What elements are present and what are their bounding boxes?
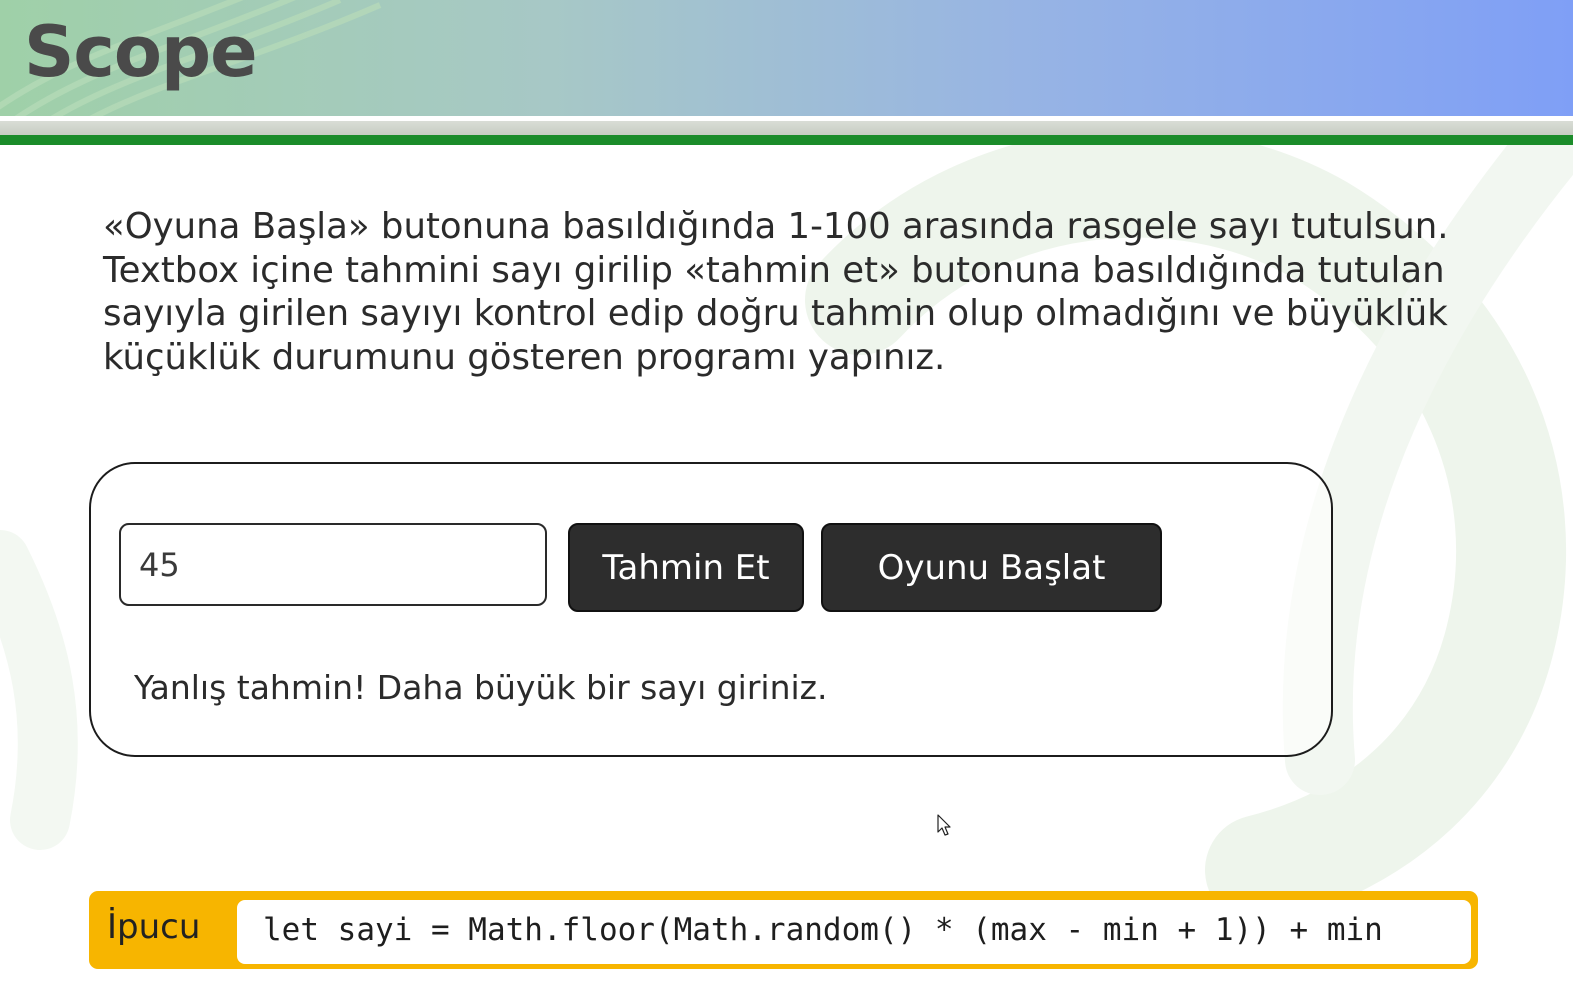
page-title: Scope [24,11,258,93]
result-message: Yanlış tahmin! Daha büyük bir sayı girin… [134,668,828,707]
guess-button-label: Tahmin Et [602,547,770,588]
start-game-button-label: Oyunu Başlat [877,547,1106,588]
mouse-pointer-icon [937,814,951,836]
header-divider-grey [0,121,1573,135]
guess-button[interactable]: Tahmin Et [568,523,804,612]
slide-header: Scope [0,0,1573,116]
guess-input[interactable] [119,523,547,606]
start-game-button[interactable]: Oyunu Başlat [821,523,1162,612]
header-divider-green [0,135,1573,145]
task-description: «Oyuna Başla» butonuna basıldığında 1-10… [103,206,1449,378]
hint-code: let sayi = Math.floor(Math.random() * (m… [263,912,1383,948]
hint-label: İpucu [107,907,201,947]
